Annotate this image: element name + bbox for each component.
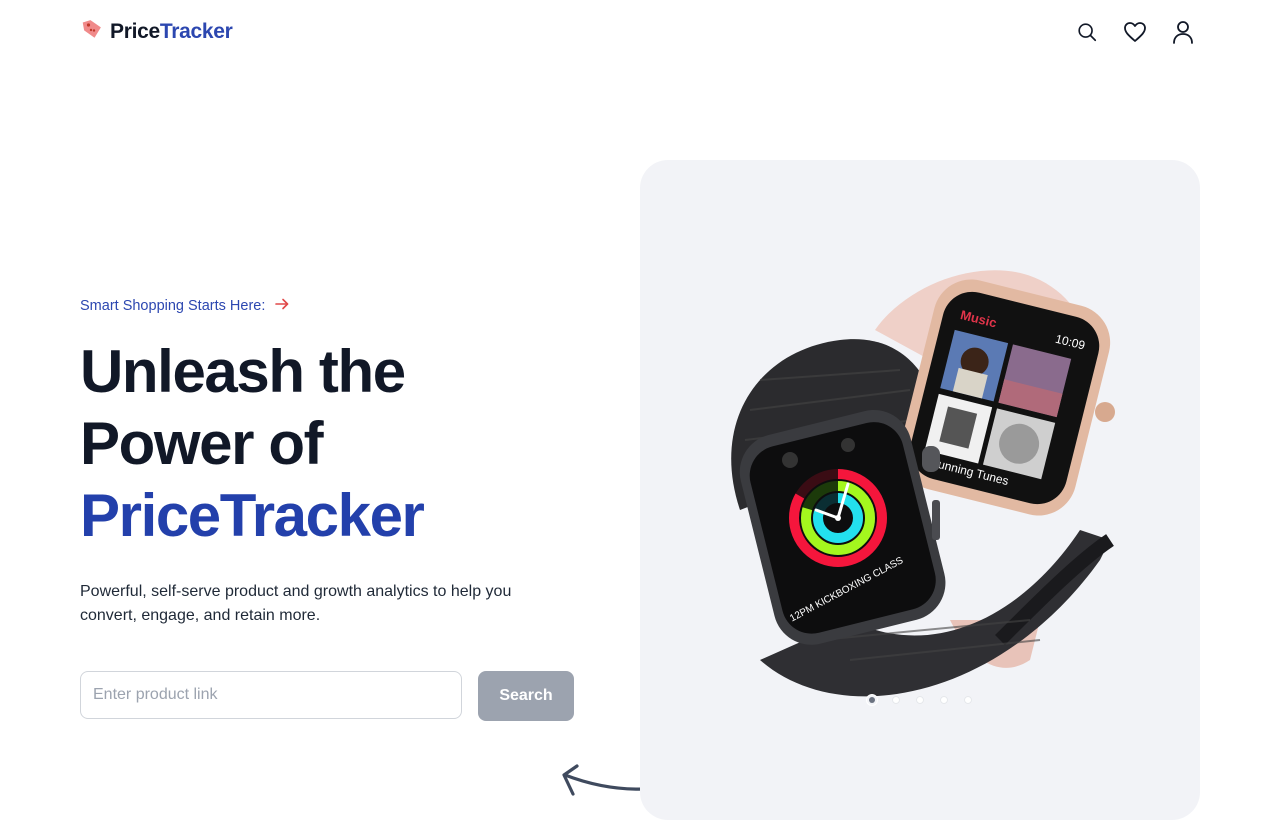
arrow-right-icon <box>275 298 289 314</box>
search-icon[interactable] <box>1074 19 1100 45</box>
brand-name-part1: Price <box>110 20 160 43</box>
hero-headline: Unleash the Power of PriceTracker <box>80 336 600 552</box>
carousel-dot-4[interactable] <box>940 696 948 704</box>
heart-icon[interactable] <box>1122 19 1148 45</box>
headline-brand: PriceTracker <box>80 482 425 549</box>
carousel-dot-2[interactable] <box>892 696 900 704</box>
smartwatch-product-image: Music 10:09 Running Tunes 12PM KICKBOXIN… <box>700 260 1120 705</box>
headline-line-2: Power of <box>80 410 324 477</box>
carousel-pagination <box>868 696 972 704</box>
eyebrow-tagline: Smart Shopping Starts Here: <box>80 298 600 314</box>
product-link-input[interactable] <box>80 671 462 719</box>
nav-icon-group <box>1074 19 1196 45</box>
hero-description: Powerful, self-serve product and growth … <box>80 583 512 624</box>
user-icon[interactable] <box>1170 19 1196 45</box>
carousel-dot-3[interactable] <box>916 696 924 704</box>
brand-logo[interactable]: PriceTracker <box>80 17 233 47</box>
carousel-dot-1[interactable] <box>869 697 875 703</box>
product-search-form: Search <box>80 671 574 721</box>
headline-line-1: Unleash the <box>80 338 406 405</box>
top-navbar: PriceTracker <box>80 12 1200 52</box>
product-carousel-card: Music 10:09 Running Tunes 12PM KICKBOXIN… <box>640 160 1200 820</box>
carousel-dot-5[interactable] <box>964 696 972 704</box>
eyebrow-text: Smart Shopping Starts Here: <box>80 298 266 314</box>
price-tag-icon <box>80 17 104 47</box>
search-button[interactable]: Search <box>478 671 574 721</box>
hero-text-section: Smart Shopping Starts Here: Unleash the … <box>80 298 600 644</box>
brand-name-part2: Tracker <box>159 20 233 43</box>
